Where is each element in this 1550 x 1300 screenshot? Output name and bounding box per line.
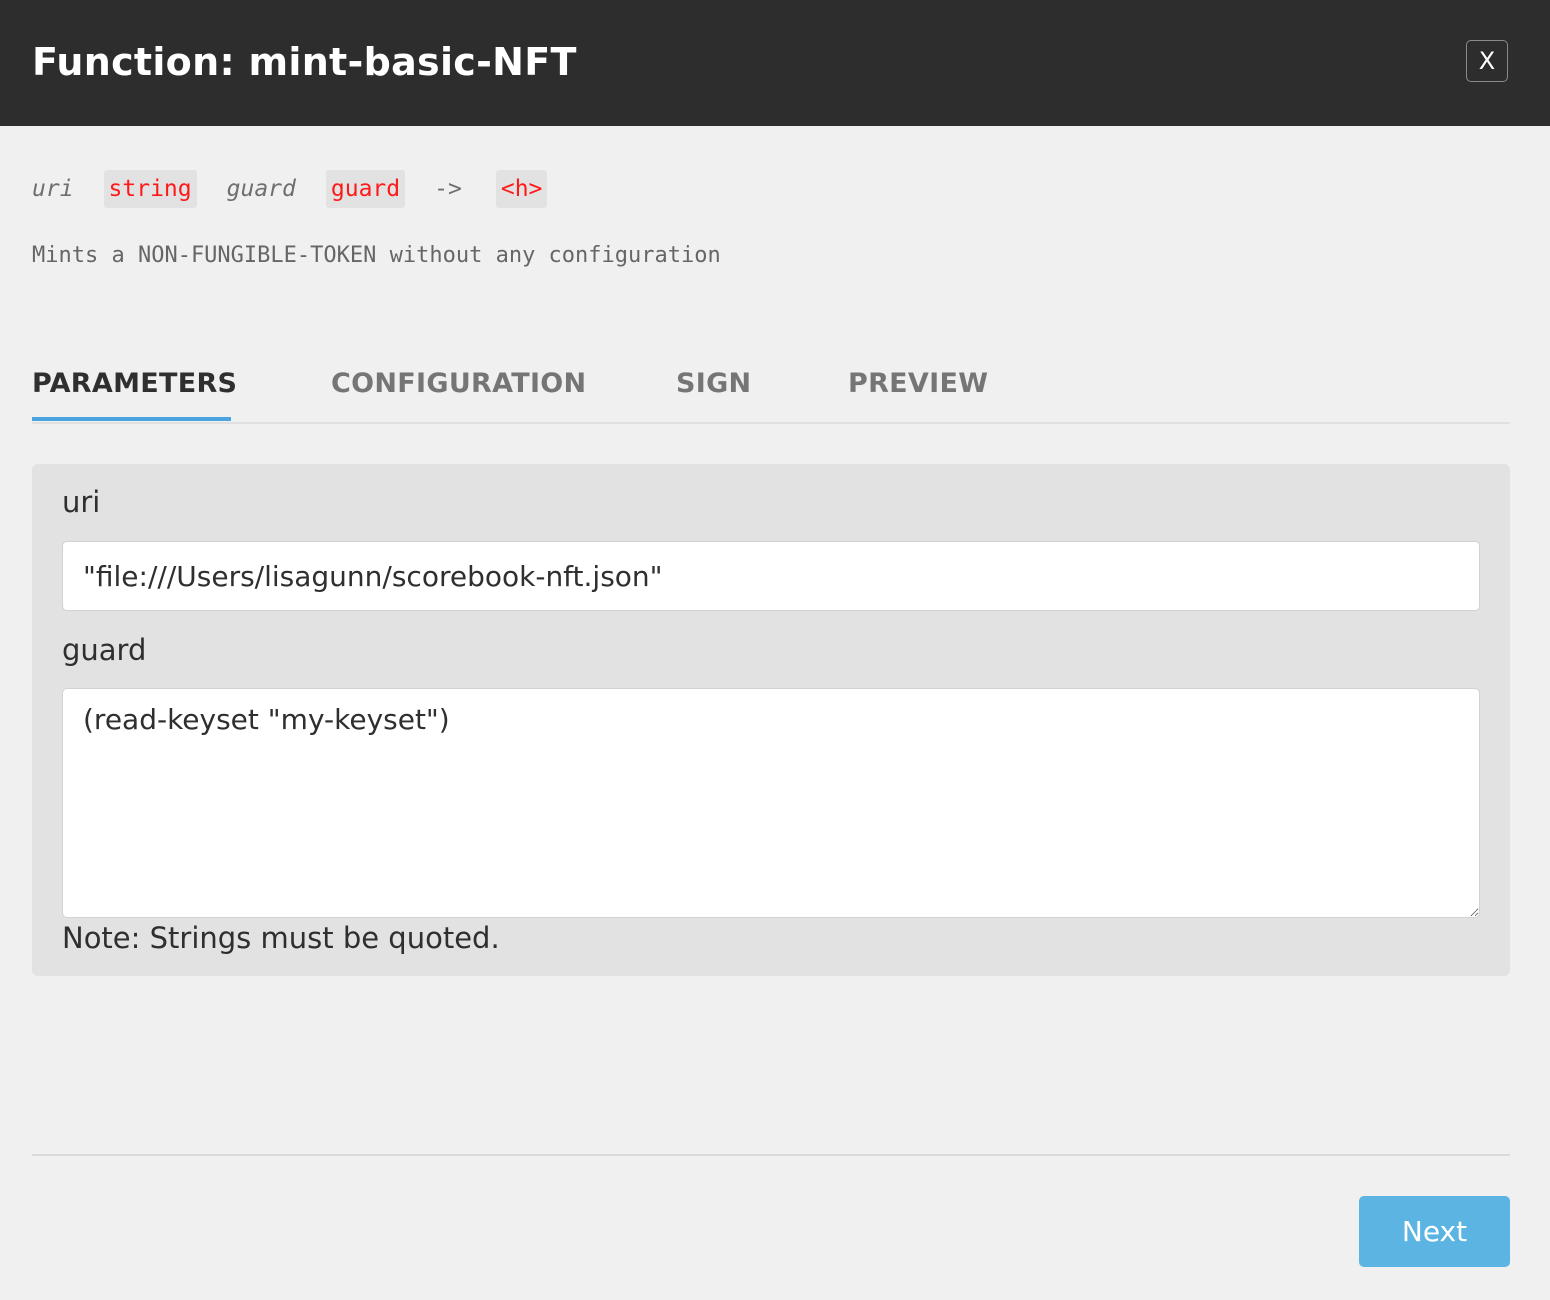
signature-arrow: ->: [434, 176, 462, 202]
tab-configuration[interactable]: CONFIGURATION: [331, 366, 586, 402]
next-button[interactable]: Next: [1359, 1196, 1510, 1267]
tab-parameters[interactable]: PARAMETERS: [32, 366, 237, 402]
tab-sign[interactable]: SIGN: [676, 366, 751, 402]
close-button[interactable]: X: [1466, 40, 1508, 82]
quoting-note: Note: Strings must be quoted.: [62, 921, 500, 955]
function-description: Mints a NON-FUNGIBLE-TOKEN without any c…: [32, 243, 721, 268]
active-tab-indicator: [32, 417, 231, 421]
signature-param-name: guard: [226, 176, 296, 202]
guard-textarea[interactable]: (read-keyset "my-keyset"): [62, 688, 1480, 918]
guard-label: guard: [62, 633, 147, 667]
signature-param-type: string: [103, 170, 197, 208]
uri-label: uri: [62, 485, 101, 519]
footer-divider: [32, 1154, 1510, 1156]
signature-param-type: guard: [325, 170, 406, 208]
dialog-header: Function: mint-basic-NFT X: [0, 0, 1550, 126]
function-signature: uri string guard guard -> <h>: [32, 168, 548, 210]
uri-input[interactable]: [62, 541, 1480, 611]
dialog-title: Function: mint-basic-NFT: [32, 40, 577, 84]
tab-bar: PARAMETERS CONFIGURATION SIGN PREVIEW: [32, 360, 1510, 424]
signature-param-name: uri: [32, 176, 74, 202]
tab-preview[interactable]: PREVIEW: [848, 366, 988, 402]
parameters-panel: uri guard (read-keyset "my-keyset") Note…: [32, 464, 1510, 976]
signature-return-type: <h>: [495, 170, 548, 208]
